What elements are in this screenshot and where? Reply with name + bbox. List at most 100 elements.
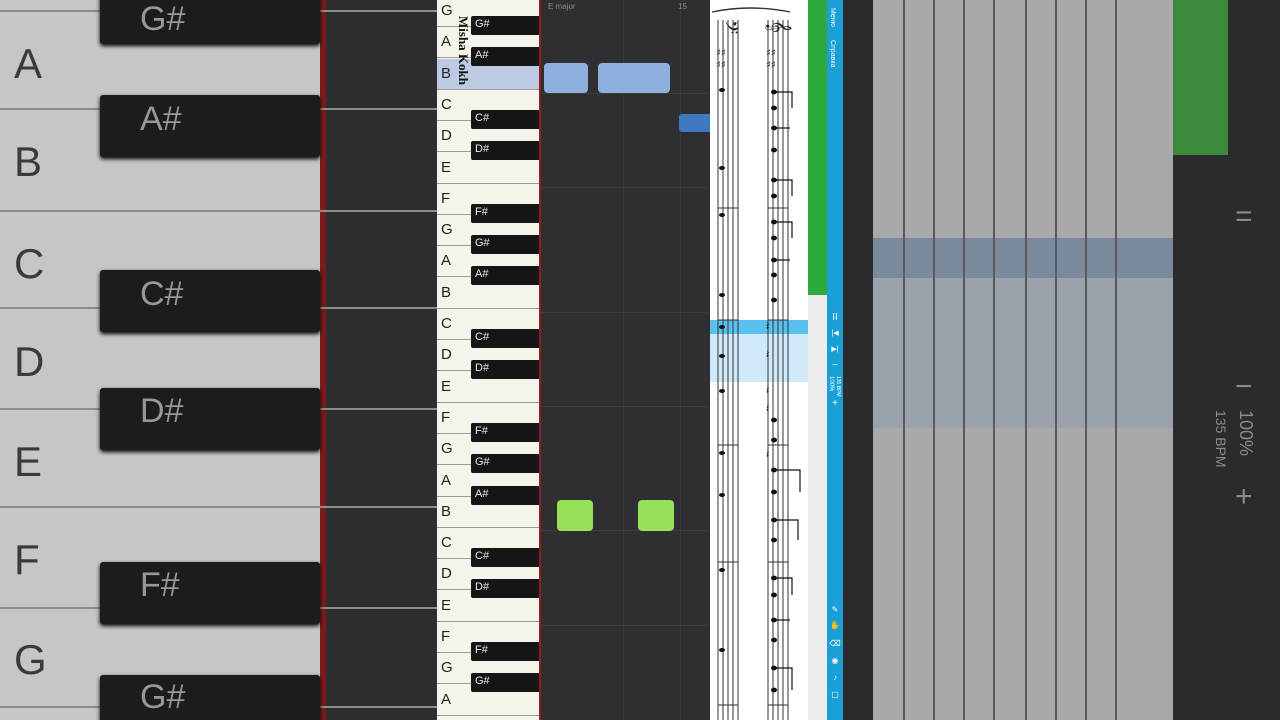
control-strip: Меню Справка II |◀ ▶| − 100% 135 BPM + ✎… <box>827 0 843 720</box>
black-key[interactable]: D# <box>471 579 540 599</box>
white-key-label: A <box>441 471 452 489</box>
bg-minus-icon: − <box>1235 370 1253 403</box>
piano-keyboard[interactable]: G A B C D E F G A B C D E F G A B C D E F G A G# A# C# D# F# G# A# C# D… <box>437 0 540 720</box>
white-key-label: B <box>441 502 452 520</box>
black-key[interactable]: G# <box>471 235 540 255</box>
pencil-icon[interactable]: ✎ <box>829 604 841 616</box>
svg-text:𝄢: 𝄢 <box>716 20 741 34</box>
key-signature-label: E major <box>548 2 576 11</box>
black-key-label: G# <box>475 456 490 469</box>
svg-text:𝄽: 𝄽 <box>766 384 769 397</box>
svg-text:♯♯: ♯♯ <box>766 48 776 59</box>
piano-roll <box>540 0 710 720</box>
svg-text:♯♯: ♯♯ <box>716 48 726 59</box>
bg-black-label: G# <box>140 0 186 38</box>
bg-tempo: 100% <box>1236 410 1256 457</box>
background-left: G# A# C# D# F# G# A B C D E F G <box>0 0 440 720</box>
black-key-label: G# <box>475 675 490 688</box>
bg-white-label: E <box>14 438 43 485</box>
eye-icon[interactable]: ◉ <box>829 655 841 667</box>
bg-white-label: C <box>14 240 45 287</box>
bg-bpm: 135 BPM <box>1213 410 1229 468</box>
plus-icon[interactable]: + <box>829 398 841 410</box>
svg-text:𝄽: 𝄽 <box>766 320 769 333</box>
white-key-label: F <box>441 189 451 207</box>
white-key-label: E <box>441 596 452 614</box>
white-key-label: A <box>441 33 452 51</box>
next-icon[interactable]: ▶| <box>829 344 841 356</box>
bg-white-label: G <box>14 636 47 683</box>
white-key-label: B <box>441 64 452 82</box>
white-key-label: C <box>441 95 452 113</box>
black-key[interactable]: A# <box>471 47 540 67</box>
note-green <box>557 500 593 531</box>
progress-fill <box>808 0 827 296</box>
tempo-bpm: 135 BPM <box>835 376 841 397</box>
svg-text:♯♯: ♯♯ <box>766 60 776 71</box>
bg-black-label: A# <box>140 100 182 138</box>
white-key-label: F <box>441 408 451 426</box>
black-key-label: G# <box>475 237 490 250</box>
white-key-label: G <box>441 221 453 239</box>
black-key[interactable]: G# <box>471 16 540 35</box>
black-key[interactable]: C# <box>471 329 540 348</box>
bar-number: 15 <box>678 2 687 11</box>
bg-white-label: A <box>14 40 43 87</box>
white-key-label: G <box>441 659 453 677</box>
minus-icon[interactable]: − <box>829 360 841 372</box>
bg-white-label: F <box>14 536 40 583</box>
black-key-label: D# <box>475 143 490 156</box>
note-blue-dark <box>679 114 710 132</box>
black-key[interactable]: A# <box>471 485 540 505</box>
svg-text:𝄽: 𝄽 <box>766 448 769 461</box>
white-key-label: D <box>441 346 452 364</box>
menu-button[interactable]: Меню <box>829 8 836 27</box>
white-key-label: F <box>441 628 451 645</box>
white-key-label: G <box>441 2 453 19</box>
mic-icon[interactable]: ♪ <box>829 672 841 684</box>
bg-plus-icon: + <box>1235 480 1253 513</box>
square-icon[interactable]: ▢ <box>829 689 841 701</box>
tempo-percent: 100% <box>828 376 834 392</box>
note-blue <box>598 63 670 93</box>
black-key[interactable]: F# <box>471 422 540 442</box>
white-key-label: G <box>441 440 453 458</box>
svg-text:𝄞: 𝄞 <box>766 20 792 33</box>
help-button[interactable]: Справка <box>829 40 836 67</box>
black-key[interactable]: D# <box>471 141 540 161</box>
prev-icon[interactable]: |◀ <box>829 328 841 340</box>
black-key[interactable]: A# <box>471 266 540 286</box>
black-key-label: C# <box>475 111 490 124</box>
hand-icon[interactable]: ✋ <box>829 620 841 632</box>
artist-name: Misha Kokh <box>456 16 471 85</box>
black-key[interactable]: F# <box>471 203 540 223</box>
black-key[interactable]: D# <box>471 360 540 380</box>
white-key-label: C <box>441 534 452 552</box>
white-key-label: D <box>441 565 452 583</box>
bg-black-label: G# <box>140 678 186 716</box>
black-key-label: A# <box>475 487 489 500</box>
black-key[interactable]: C# <box>471 109 540 129</box>
bg-white-label: D <box>14 338 45 385</box>
progress-track[interactable] <box>808 0 827 720</box>
black-key[interactable]: G# <box>471 673 540 693</box>
white-key-label: E <box>441 377 452 395</box>
black-key-label: A# <box>475 268 489 281</box>
black-key-label: D# <box>475 581 490 594</box>
white-key-label: A <box>441 690 452 708</box>
eraser-icon[interactable]: ⌫ <box>829 638 841 650</box>
note-green <box>638 500 674 531</box>
sheet-music[interactable]: 𝄢 𝄞 ♯♯ ♯♯ ♯♯ ♯♯ 𝄽 𝄽 𝄽 𝄽 𝄽 <box>710 0 808 720</box>
white-key-label: E <box>441 158 452 176</box>
black-key-label: A# <box>475 49 489 62</box>
black-key[interactable]: C# <box>471 548 540 568</box>
black-key-label: G# <box>475 18 490 30</box>
bg-black-label: D# <box>140 392 184 430</box>
note-blue <box>544 63 588 93</box>
black-key[interactable]: F# <box>471 642 540 661</box>
black-key-label: C# <box>475 550 490 563</box>
background-right: = − 100% 135 BPM + <box>843 0 1280 720</box>
svg-text:♯♯: ♯♯ <box>716 60 726 71</box>
black-key[interactable]: G# <box>471 454 540 474</box>
pause-icon[interactable]: II <box>829 312 841 324</box>
